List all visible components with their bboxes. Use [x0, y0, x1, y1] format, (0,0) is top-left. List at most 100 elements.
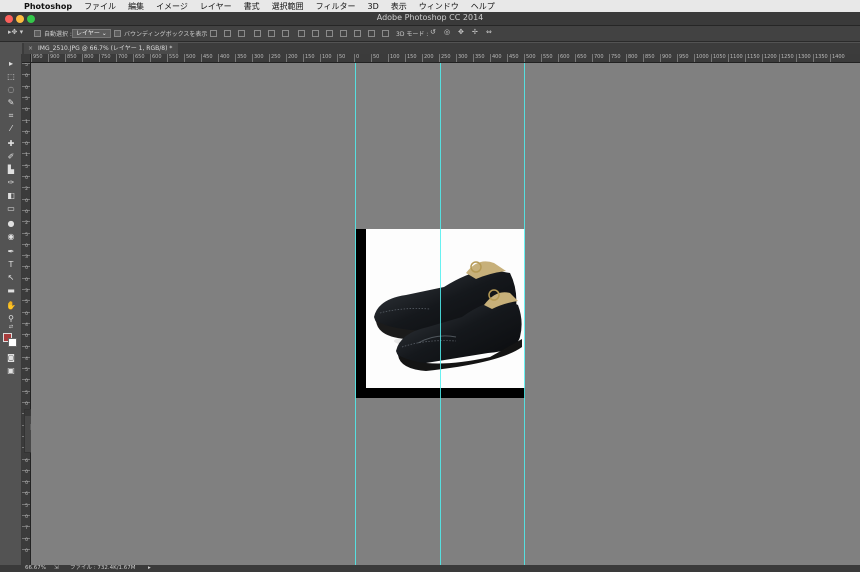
3d-scale-icon[interactable]: ⇔ [486, 28, 492, 36]
ruler-tick-label: 0 [22, 311, 30, 318]
ruler-tick-label: 4 [22, 356, 30, 363]
3d-rotate-icon[interactable]: ↺ [430, 28, 436, 36]
background-color-swatch[interactable] [8, 338, 17, 347]
distribute-hcenter-icon[interactable] [354, 30, 361, 37]
ruler-tick-label: 800 [82, 54, 94, 62]
ruler-tick-label: 0 [22, 379, 30, 385]
ruler-tick-label: 7 [22, 526, 30, 532]
ruler-tick-label: 300 [456, 54, 468, 62]
menu-type[interactable]: 書式 [238, 1, 266, 12]
path-select-icon[interactable]: ↖ [4, 272, 18, 283]
menu-filter[interactable]: フィルター [310, 1, 362, 12]
ruler-tick-label: 1 [22, 119, 30, 126]
auto-select-label: 自動選択 : [44, 31, 72, 38]
marquee-icon[interactable]: ⬚ [4, 71, 18, 82]
ruler-tick-label: 0 [22, 198, 30, 205]
swap-colors-icon[interactable]: ⇄ [4, 322, 18, 330]
pen-icon[interactable]: ✒ [4, 246, 18, 257]
horizontal-ruler[interactable]: 950 900 850 800 750 700 650 600 550 500 450 400 350 3… [31, 54, 860, 63]
menu-photoshop[interactable]: Photoshop [18, 2, 78, 11]
menu-image[interactable]: イメージ [150, 1, 194, 12]
history-brush-icon[interactable]: ✑ [4, 177, 18, 188]
3d-slide-icon[interactable]: ✢ [472, 28, 478, 36]
quick-select-icon[interactable]: ✎ [4, 97, 18, 108]
show-bounding-box-checkbox[interactable] [114, 30, 121, 37]
ruler-tick-label: 1000 [694, 54, 709, 62]
ruler-tick-label: 5 [22, 300, 30, 306]
zoom-level[interactable]: 66.67% [25, 565, 46, 572]
ruler-tick-label: 0 [22, 515, 30, 521]
guide-line[interactable] [440, 63, 441, 565]
hand-icon[interactable]: ✋ [4, 300, 18, 311]
file-info: ファイル : 732.4K/1.67M [70, 565, 136, 571]
document-tab[interactable]: × IMG_2510.JPG @ 66.7% (レイヤー 1, RGB/8) * [24, 43, 179, 54]
3d-pan-icon[interactable]: ✥ [458, 28, 464, 36]
crop-icon[interactable]: ⌗ [4, 110, 18, 121]
menu-view[interactable]: 表示 [385, 1, 413, 12]
ruler-tick-label: 0 [22, 142, 30, 148]
align-hcenter-icon[interactable] [268, 30, 275, 37]
ruler-tick-label: 5 [22, 232, 30, 239]
align-bottom-icon[interactable] [238, 30, 245, 37]
screen-mode-icon[interactable]: ▣ [4, 365, 18, 376]
ruler-tick-label: 0 [22, 481, 30, 487]
menu-layer[interactable]: レイヤー [194, 1, 238, 12]
gradient-icon[interactable]: ▭ [4, 203, 18, 214]
type-icon[interactable]: T [4, 259, 18, 270]
distribute-bottom-icon[interactable] [326, 30, 333, 37]
move-icon[interactable]: ▸ [4, 58, 18, 69]
ruler-tick-label: 1300 [796, 54, 811, 62]
document-canvas[interactable] [31, 63, 860, 565]
stamp-icon[interactable]: ▙ [4, 164, 18, 175]
eraser-icon[interactable]: ◧ [4, 190, 18, 201]
close-tab-icon[interactable]: × [28, 43, 33, 54]
lasso-icon[interactable]: ◌ [4, 84, 18, 95]
ruler-tick-label: 50 [371, 54, 379, 62]
align-left-icon[interactable] [254, 30, 261, 37]
distribute-left-icon[interactable] [340, 30, 347, 37]
move-tool-preset-icon[interactable]: ▸✥ ▾ [8, 28, 23, 36]
auto-select-checkbox[interactable] [34, 30, 41, 37]
status-bar: 66.67% ⇲ ファイル : 732.4K/1.67M ▸ [0, 565, 860, 572]
auto-select-dropdown[interactable]: レイヤー ⌄ [72, 29, 111, 38]
status-export-icon[interactable]: ⇲ [54, 565, 59, 572]
menu-3d[interactable]: 3D [362, 2, 385, 11]
distribute-right-icon[interactable] [368, 30, 375, 37]
healing-icon[interactable]: ✚ [4, 138, 18, 149]
menu-file[interactable]: ファイル [78, 1, 122, 12]
menu-select[interactable]: 選択範囲 [266, 1, 310, 12]
title-bar: Adobe Photoshop CC 2014 [0, 12, 860, 26]
align-vcenter-icon[interactable] [224, 30, 231, 37]
align-right-icon[interactable] [282, 30, 289, 37]
brush-icon[interactable]: ✐ [4, 151, 18, 162]
quick-mask-icon[interactable]: ◙ [4, 352, 18, 363]
ruler-tick-label: 500 [184, 54, 196, 62]
mac-menubar: Photoshop ファイル 編集 イメージ レイヤー 書式 選択範囲 フィルタ… [0, 0, 860, 12]
distribute-top-icon[interactable] [298, 30, 305, 37]
align-top-icon[interactable] [210, 30, 217, 37]
document-tab-bar: × IMG_2510.JPG @ 66.7% (レイヤー 1, RGB/8) * [22, 43, 860, 54]
status-menu-arrow-icon[interactable]: ▸ [148, 565, 151, 572]
ruler-tick-label: 400 [490, 54, 502, 62]
guide-line[interactable] [355, 63, 356, 565]
shape-icon[interactable]: ▬ [4, 285, 18, 296]
menu-edit[interactable]: 編集 [122, 1, 150, 12]
menu-window[interactable]: ウィンドウ [413, 1, 465, 12]
dodge-icon[interactable]: ◉ [4, 231, 18, 242]
shoe-photo [366, 229, 525, 388]
ruler-tick-label: 900 [660, 54, 672, 62]
guide-line[interactable] [524, 63, 525, 565]
eyedropper-icon[interactable]: ⁄ [4, 123, 18, 134]
vertical-ruler[interactable]: 5005010015020025030035040045050055060065… [22, 63, 31, 565]
auto-align-icon[interactable] [382, 30, 389, 37]
ruler-origin[interactable] [22, 54, 31, 63]
menu-help[interactable]: ヘルプ [465, 1, 501, 12]
ruler-tick-label: 200 [422, 54, 434, 62]
3d-mode-label: 3D モード : [396, 31, 429, 38]
ruler-tick-label: 450 [201, 54, 213, 62]
distribute-vcenter-icon[interactable] [312, 30, 319, 37]
ruler-tick-label: 0 [22, 537, 30, 544]
3d-roll-icon[interactable]: ◎ [444, 28, 450, 36]
ruler-tick-label: 0 [22, 85, 30, 92]
blur-icon[interactable]: ● [4, 218, 18, 229]
